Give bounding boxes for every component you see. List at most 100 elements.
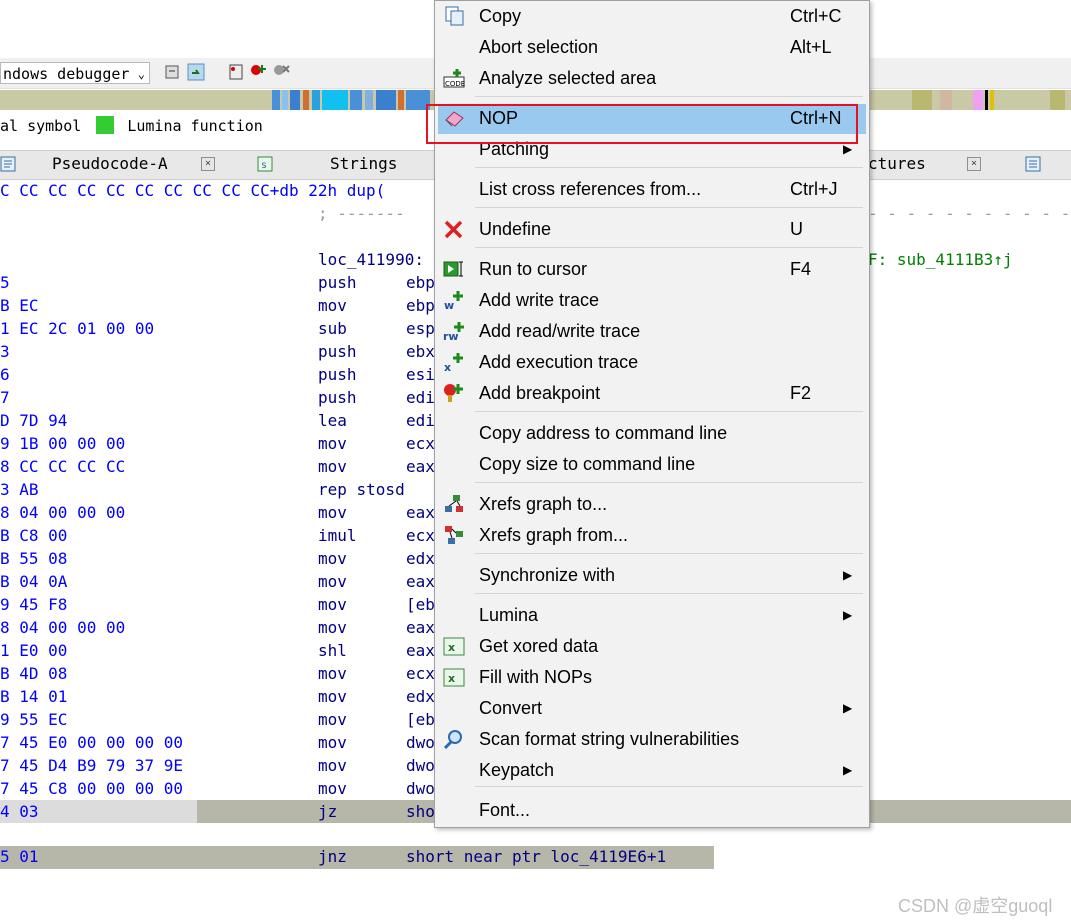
location-label[interactable]: loc_411990:: [318, 249, 424, 271]
hex-bytes: 8 04 00 00 00: [0, 503, 126, 522]
breakpoint-icon: [444, 384, 463, 402]
menu-item-label: Abort selection: [479, 37, 599, 57]
submenu-arrow-icon: ▶: [843, 568, 853, 582]
operand: ecx: [406, 526, 435, 545]
hex-bytes: 9 1B 00 00 00: [0, 434, 126, 453]
menu-item-shortcut: Alt+L: [790, 37, 832, 57]
mnemonic: mov: [318, 434, 347, 453]
menu-separator: [475, 786, 863, 787]
menu-separator: [475, 553, 863, 554]
menu-item-convert[interactable]: Convert ▶: [435, 693, 869, 723]
run-to-cursor-icon: [443, 261, 463, 277]
mnemonic: push: [318, 365, 357, 384]
separator-comment: - - - - - - - - - - - -: [868, 204, 1071, 223]
operand: short near ptr loc_4119E6+1: [406, 847, 667, 866]
menu-item-copy-size-to-command-line[interactable]: Copy size to command line: [435, 449, 869, 479]
menu-item-label: Copy: [479, 6, 522, 26]
hex-bytes: 6: [0, 365, 10, 384]
hex-bytes: B 14 01: [0, 687, 68, 706]
menu-item-lumina[interactable]: Lumina ▶: [435, 600, 869, 630]
svg-text:w: w: [444, 299, 454, 310]
tab-strings[interactable]: Strings: [330, 154, 397, 173]
menu-separator: [475, 593, 863, 594]
menu-item-label: Run to cursor: [479, 259, 588, 279]
menu-separator: [475, 167, 863, 168]
hex-bytes: 9 45 F8: [0, 595, 68, 614]
xref-comment[interactable]: F: sub_4111B3↑j: [868, 249, 1013, 271]
tab-close-icon[interactable]: ×: [201, 157, 215, 171]
menu-item-add-execution-trace[interactable]: x Add execution trace: [435, 347, 869, 377]
debugger-select[interactable]: ndows debugger ⌄: [0, 62, 150, 84]
operand: [eb: [406, 595, 435, 614]
menu-item-analyze-selected-area[interactable]: CODE Analyze selected area: [435, 63, 869, 93]
chevron-down-icon[interactable]: ⌄: [138, 63, 145, 85]
mnemonic: lea: [318, 411, 347, 430]
magnifier-icon: [443, 730, 462, 749]
hex-bytes: B C8 00: [0, 526, 68, 545]
menu-item-copy-address-to-command-line[interactable]: Copy address to command line: [435, 418, 869, 448]
menu-item-get-xored-data[interactable]: x Get xored data: [435, 631, 869, 661]
operand: ebp: [406, 296, 435, 315]
menu-item-abort-selection[interactable]: Abort selection Alt+L: [435, 32, 869, 62]
hex-bytes: 3 AB: [0, 480, 39, 499]
separator-comment: ; -------: [318, 204, 405, 223]
operand: sho: [406, 802, 435, 821]
menu-item-label: Convert: [479, 698, 543, 718]
operand: eax: [406, 618, 435, 637]
mnemonic: jnz: [318, 847, 347, 866]
tab-structures[interactable]: ctures: [868, 154, 926, 173]
menu-item-run-to-cursor[interactable]: Run to cursor F4: [435, 254, 869, 284]
operand: ecx: [406, 664, 435, 683]
svg-text:rw: rw: [443, 330, 459, 341]
operand: edi: [406, 411, 435, 430]
delete-breakpoint-icon[interactable]: [273, 63, 291, 81]
mnemonic: mov: [318, 733, 347, 752]
menu-item-synchronize-with[interactable]: Synchronize with ▶: [435, 560, 869, 590]
menu-item-shortcut: Ctrl+C: [790, 6, 842, 26]
legend-symbol-label: al symbol: [0, 117, 82, 135]
menu-item-add-breakpoint[interactable]: Add breakpoint F2: [435, 378, 869, 408]
attach-process-icon[interactable]: [164, 63, 182, 81]
menu-item-font[interactable]: Font...: [435, 795, 869, 825]
menu-separator: [475, 482, 863, 483]
menu-item-fill-with-nops[interactable]: x Fill with NOPs: [435, 662, 869, 692]
mnemonic: mov: [318, 296, 347, 315]
mnemonic: shl: [318, 641, 347, 660]
mnemonic: mov: [318, 618, 347, 637]
menu-item-label: Font...: [479, 800, 531, 820]
svg-text:x: x: [448, 641, 455, 654]
menu-item-label: Undefine: [479, 219, 552, 239]
menu-separator: [475, 207, 863, 208]
mnemonic: rep stosd: [318, 480, 405, 499]
mnemonic: push: [318, 342, 357, 361]
hex-bytes: B 04 0A: [0, 572, 68, 591]
mnemonic: imul: [318, 526, 357, 545]
tab-close-icon[interactable]: ×: [967, 157, 981, 171]
menu-item-label: Fill with NOPs: [479, 667, 593, 687]
mnemonic: mov: [318, 457, 347, 476]
menu-item-add-read-write-trace[interactable]: rw Add read/write trace: [435, 316, 869, 346]
run-process-icon[interactable]: [187, 63, 205, 81]
hex-bytes: B EC: [0, 296, 39, 315]
menu-item-xrefs-graph-from[interactable]: Xrefs graph from...: [435, 520, 869, 550]
hex-bytes: 1 EC 2C 01 00 00: [0, 319, 155, 338]
breakpoint-list-icon[interactable]: [227, 63, 245, 81]
menu-item-undefine[interactable]: Undefine U: [435, 214, 869, 244]
menu-item-keypatch[interactable]: Keypatch ▶: [435, 755, 869, 785]
operand: dwo: [406, 779, 435, 798]
menu-item-scan-format-string-vulnerabilities[interactable]: Scan format string vulnerabilities: [435, 724, 869, 754]
hex-bytes: 5: [0, 273, 10, 292]
operand: edx: [406, 549, 435, 568]
plugin-script-icon: x: [443, 637, 465, 656]
hex-bytes: 4 03: [0, 802, 39, 821]
menu-item-list-cross-references-from[interactable]: List cross references from... Ctrl+J: [435, 174, 869, 204]
svg-text:x: x: [448, 672, 455, 685]
menu-item-copy[interactable]: Copy Ctrl+C: [435, 1, 869, 31]
add-breakpoint-icon[interactable]: [250, 63, 268, 81]
menu-item-label: Copy size to command line: [479, 454, 696, 474]
menu-item-add-write-trace[interactable]: w Add write trace: [435, 285, 869, 315]
menu-item-xrefs-graph-to[interactable]: Xrefs graph to...: [435, 489, 869, 519]
menu-item-label: Copy address to command line: [479, 423, 728, 443]
watermark: CSDN @虚空guoql: [898, 896, 1053, 916]
tab-pseudocode[interactable]: Pseudocode-A: [52, 154, 168, 173]
